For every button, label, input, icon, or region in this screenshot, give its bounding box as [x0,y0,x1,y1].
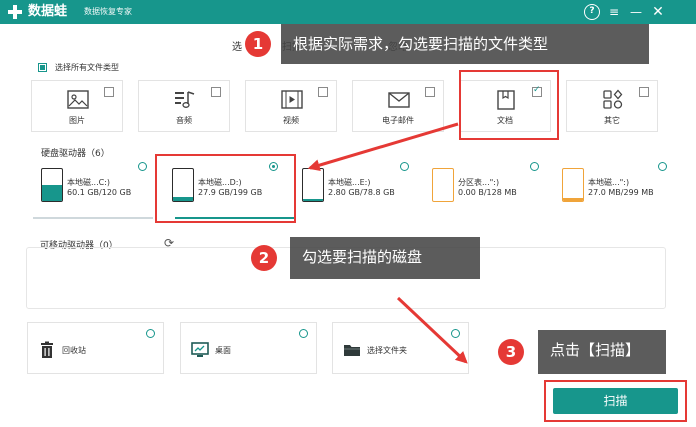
location-label: 选择文件夹 [367,346,407,355]
location-choose-folder[interactable]: 选择文件夹 [332,322,469,374]
title-bar: 数据蛙 数据恢复专家 ? ≡ — ✕ [0,0,696,24]
hard-drive-panel: 硬盘驱动器（6） 本地磁...C:) 60.1 GB/120 GB 本地磁...… [27,142,667,224]
location-radio[interactable] [299,329,308,338]
type-label-image: 图片 [69,116,85,125]
select-all-label: 选择所有文件类型 [55,62,119,72]
callout-step2-text: 勾选要扫描的磁盘 [302,248,423,266]
disk-name: 本地磁...E:) [328,178,371,187]
callout-step2: 勾选要扫描的磁盘 [290,237,480,279]
disk-size: 27.0 MB/299 MB [588,188,654,197]
disk-size: 0.00 B/128 MB [458,188,517,197]
folder-icon [344,345,360,356]
document-highlight-box [459,70,559,140]
video-icon [281,90,303,109]
disk-item-c[interactable]: 本地磁...C:) 60.1 GB/120 GB [41,162,171,212]
disk-radio[interactable] [400,162,409,171]
type-label-other: 其它 [604,116,620,125]
disk-item-partition[interactable]: 分区表...":) 0.00 B/128 MB [432,162,562,212]
apps-icon [603,89,623,109]
music-icon [175,91,195,108]
menu-button[interactable]: ≡ [606,4,622,20]
disk-radio[interactable] [138,162,147,171]
desktop-icon [191,342,209,357]
type-checkbox-video[interactable] [318,87,328,97]
location-desktop[interactable]: 桌面 [180,322,317,374]
type-card-other[interactable]: 其它 [566,80,658,132]
trash-icon [41,341,53,358]
disk-name: 本地磁...C:) [67,178,111,187]
drive-icon [562,168,584,202]
type-checkbox-email[interactable] [425,87,435,97]
type-label-email: 电子邮件 [382,116,414,125]
callout-step3: 点击【扫描】 [538,330,666,374]
location-label: 桌面 [215,346,231,355]
disk-radio[interactable] [658,162,667,171]
type-label-audio: 音频 [176,116,192,125]
hint-text-start: 选 [232,42,242,53]
step1-badge: 1 [245,31,271,57]
location-radio[interactable] [146,329,155,338]
scan-highlight-box: 扫描 [544,380,687,422]
disk-name: 本地磁...":) [588,178,630,187]
type-card-audio[interactable]: 音频 [138,80,230,132]
close-button[interactable]: ✕ [650,4,666,20]
location-recycle-bin[interactable]: 回收站 [27,322,164,374]
type-card-video[interactable]: 视频 [245,80,337,132]
scan-button[interactable]: 扫描 [553,388,678,414]
drive-icon [302,168,324,202]
minimize-button[interactable]: — [628,4,644,20]
help-button[interactable]: ? [584,4,600,20]
hard-drive-title: 硬盘驱动器（6） [41,149,110,159]
disk-name: 分区表...":) [458,178,500,187]
app-name: 数据蛙 [28,4,68,19]
disk-radio[interactable] [530,162,539,171]
disk-item-local[interactable]: 本地磁...":) 27.0 MB/299 MB [562,162,692,212]
step3-badge: 3 [498,339,524,365]
select-all-types[interactable]: 选择所有文件类型 [38,61,119,73]
file-types-panel: 图片 音频 视频 电子邮件 ✓ 文档 其它 [21,78,665,137]
disk-scroll-track [33,217,153,219]
disk-item-e[interactable]: 本地磁...E:) 2.80 GB/78.8 GB [302,162,432,212]
drive-icon [432,168,454,202]
callout-step1: 根据实际需求，勾选要扫描的文件类型 [281,24,649,64]
disk-size: 2.80 GB/78.8 GB [328,188,395,197]
type-checkbox-image[interactable] [104,87,114,97]
mail-icon [388,92,410,108]
select-all-checkbox[interactable] [38,62,47,72]
app-subtitle: 数据恢复专家 [84,7,132,16]
location-label: 回收站 [62,346,86,355]
type-label-video: 视频 [283,116,299,125]
callout-step3-text: 点击【扫描】 [550,341,641,359]
disk-size: 60.1 GB/120 GB [67,188,132,197]
type-checkbox-audio[interactable] [211,87,221,97]
type-card-image[interactable]: 图片 [31,80,123,132]
step2-badge: 2 [251,245,277,271]
type-card-email[interactable]: 电子邮件 [352,80,444,132]
type-checkbox-other[interactable] [639,87,649,97]
callout-step1-text: 根据实际需求，勾选要扫描的文件类型 [293,35,549,53]
image-icon [67,90,89,109]
disk-highlight-box [155,154,296,223]
app-logo-icon [8,5,22,19]
location-radio[interactable] [451,329,460,338]
drive-icon [41,168,63,202]
